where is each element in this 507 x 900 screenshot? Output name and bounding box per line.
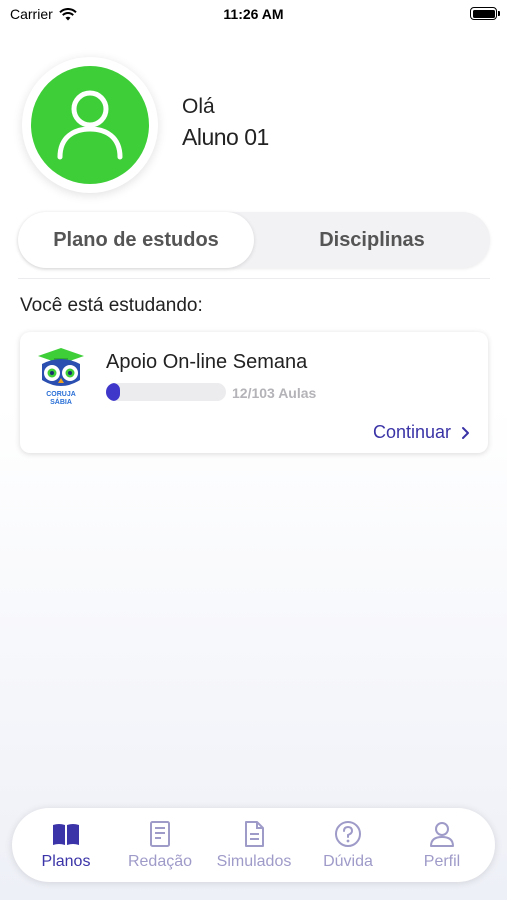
tab-planos-label: Planos: [41, 853, 91, 870]
tab-disciplinas[interactable]: Disciplinas: [254, 212, 490, 268]
essay-icon: [150, 821, 170, 847]
bottom-tab-bar: Planos Redação Simulados Dúvida Perfil: [12, 808, 495, 882]
course-progress-bar: [106, 383, 226, 401]
tab-plano-de-estudos[interactable]: Plano de estudos: [18, 212, 254, 268]
segmented-control: Plano de estudos Disciplinas: [18, 212, 490, 268]
document-icon: [245, 821, 264, 847]
coruja-sabia-logo: CORUJA SÁBIA: [34, 346, 88, 406]
logo-text-line1: CORUJA: [46, 391, 76, 398]
tab-planos[interactable]: Planos: [20, 808, 112, 882]
tab-simulados[interactable]: Simulados: [208, 808, 300, 882]
question-icon: [335, 821, 361, 847]
status-bar: Carrier 11:26 AM: [0, 0, 507, 30]
battery-icon: [470, 7, 500, 20]
course-card[interactable]: CORUJA SÁBIA Apoio On-line Semana 12/103…: [20, 332, 488, 453]
tab-redacao-label: Redação: [127, 853, 193, 870]
user-silhouette-icon: [57, 90, 123, 160]
tab-simulados-label: Simulados: [216, 853, 292, 870]
avatar-circle: [31, 66, 149, 184]
course-progress-text: 12/103 Aulas: [232, 385, 317, 401]
tab-redacao[interactable]: Redação: [114, 808, 206, 882]
user-name: Aluno 01: [182, 124, 269, 150]
status-time: 11:26 AM: [223, 6, 284, 22]
owl-logo-icon: [38, 348, 84, 386]
divider: [18, 278, 490, 279]
logo-text-line2: SÁBIA: [50, 399, 72, 406]
avatar[interactable]: [22, 57, 158, 193]
course-progress-fill: [106, 383, 121, 401]
continue-button[interactable]: Continuar: [373, 422, 470, 443]
tab-duvida[interactable]: Dúvida: [302, 808, 394, 882]
chevron-right-icon: [462, 426, 469, 439]
greeting-text: Olá: [182, 95, 215, 118]
tab-perfil-label: Perfil: [423, 853, 461, 870]
tab-duvida-label: Dúvida: [323, 853, 373, 870]
section-heading: Você está estudando:: [20, 295, 203, 316]
course-title: Apoio On-line Semana: [106, 351, 308, 373]
book-icon: [53, 824, 79, 845]
person-icon: [430, 822, 454, 847]
continue-label: Continuar: [372, 422, 451, 442]
tab-perfil[interactable]: Perfil: [396, 808, 488, 882]
